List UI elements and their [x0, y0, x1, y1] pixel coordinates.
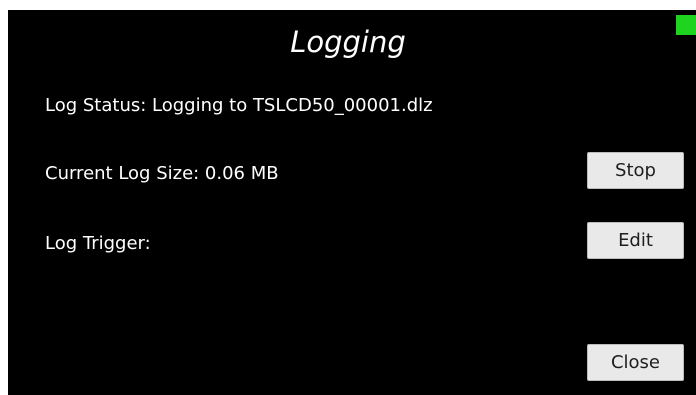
log-status-text: Log Status: Logging to TSLCD50_00001.dlz [45, 95, 433, 116]
status-indicator-icon [676, 15, 696, 35]
current-log-size-text: Current Log Size: 0.06 MB [45, 163, 279, 184]
log-trigger-label: Log Trigger: [45, 233, 151, 254]
page-title: Logging [290, 25, 406, 59]
logging-screen: Logging Log Status: Logging to TSLCD50_0… [8, 10, 696, 395]
stop-button[interactable]: Stop [587, 152, 684, 189]
edit-button[interactable]: Edit [587, 222, 684, 259]
close-button[interactable]: Close [587, 344, 684, 381]
